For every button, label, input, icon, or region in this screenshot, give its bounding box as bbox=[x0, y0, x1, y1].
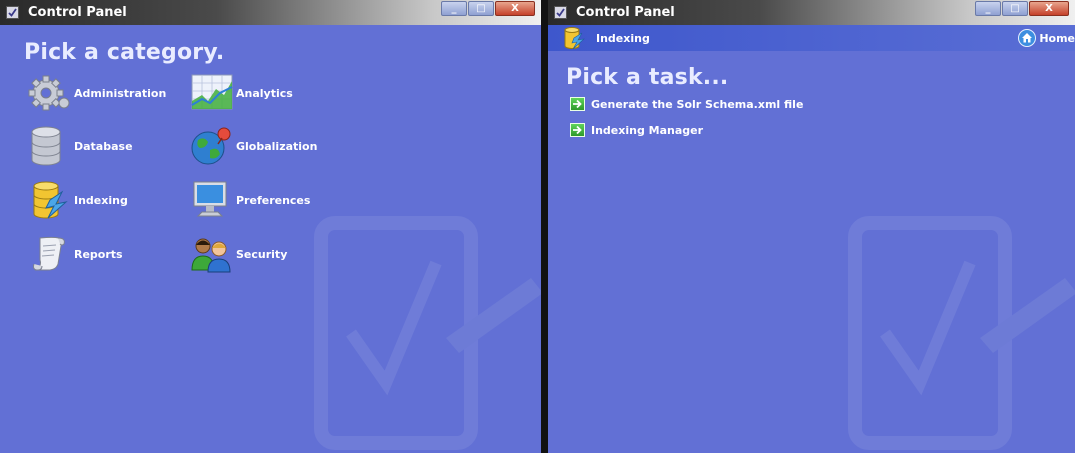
indexing-icon bbox=[28, 180, 72, 220]
task-label: Indexing Manager bbox=[591, 123, 704, 137]
users-icon bbox=[190, 234, 234, 274]
category-label: Administration bbox=[74, 86, 167, 100]
control-panel-window-left: Control Panel _ □ X Pick a category. Adm… bbox=[0, 0, 541, 453]
category-label: Indexing bbox=[74, 193, 128, 207]
arrow-right-icon bbox=[570, 123, 585, 137]
home-label: Home bbox=[1039, 31, 1075, 45]
home-icon bbox=[1018, 29, 1037, 47]
category-indexing[interactable]: Indexing bbox=[28, 180, 128, 220]
category-label: Preferences bbox=[236, 193, 311, 207]
title-bar[interactable]: Control Panel _ □ X bbox=[548, 0, 1075, 25]
category-label: Reports bbox=[74, 247, 123, 261]
category-label: Analytics bbox=[236, 86, 293, 100]
control-panel-window-right: Control Panel _ □ X Indexing Home Pick a… bbox=[548, 0, 1075, 453]
window-title: Control Panel bbox=[576, 5, 675, 20]
window-title: Control Panel bbox=[28, 5, 127, 20]
close-button[interactable]: X bbox=[495, 1, 535, 16]
checkmark-watermark-icon bbox=[314, 216, 541, 450]
category-database[interactable]: Database bbox=[28, 126, 133, 166]
caption-buttons: _ □ X bbox=[441, 1, 535, 16]
title-bar[interactable]: Control Panel _ □ X bbox=[0, 0, 541, 25]
page-heading: Pick a category. bbox=[24, 40, 225, 65]
control-panel-app-icon bbox=[6, 6, 19, 19]
monitor-icon bbox=[190, 180, 234, 220]
home-link[interactable]: Home bbox=[1018, 29, 1075, 47]
task-label: Generate the Solr Schema.xml file bbox=[591, 97, 804, 111]
category-reports[interactable]: Reports bbox=[28, 234, 123, 274]
category-security[interactable]: Security bbox=[190, 234, 287, 274]
category-analytics[interactable]: Analytics bbox=[190, 73, 293, 113]
maximize-button[interactable]: □ bbox=[1002, 1, 1028, 16]
breadcrumb: Indexing Home bbox=[548, 25, 1075, 51]
breadcrumb-current: Indexing bbox=[596, 31, 650, 45]
scroll-icon bbox=[28, 234, 72, 274]
category-label: Globalization bbox=[236, 139, 318, 153]
task-panel: Indexing Home Pick a task... Generate th… bbox=[548, 25, 1075, 453]
minimize-button[interactable]: _ bbox=[441, 1, 467, 16]
category-panel: Pick a category. Administration Analytic… bbox=[0, 25, 541, 453]
arrow-right-icon bbox=[570, 97, 585, 111]
task-indexing-manager[interactable]: Indexing Manager bbox=[570, 123, 703, 137]
category-globalization[interactable]: Globalization bbox=[190, 126, 317, 166]
category-label: Database bbox=[74, 139, 133, 153]
category-administration[interactable]: Administration bbox=[28, 73, 166, 113]
minimize-button[interactable]: _ bbox=[975, 1, 1001, 16]
checkmark-watermark-icon bbox=[848, 216, 1075, 450]
control-panel-app-icon bbox=[554, 6, 567, 19]
globe-icon bbox=[190, 126, 234, 166]
gear-icon bbox=[28, 73, 72, 113]
indexing-icon bbox=[564, 27, 585, 50]
chart-icon bbox=[190, 73, 234, 113]
page-heading: Pick a task... bbox=[566, 65, 729, 90]
maximize-button[interactable]: □ bbox=[468, 1, 494, 16]
close-button[interactable]: X bbox=[1029, 1, 1069, 16]
task-generate-solr-schema[interactable]: Generate the Solr Schema.xml file bbox=[570, 97, 803, 111]
window-divider bbox=[541, 0, 548, 453]
category-preferences[interactable]: Preferences bbox=[190, 180, 310, 220]
caption-buttons: _ □ X bbox=[975, 1, 1069, 16]
category-label: Security bbox=[236, 247, 288, 261]
database-icon bbox=[28, 126, 72, 166]
